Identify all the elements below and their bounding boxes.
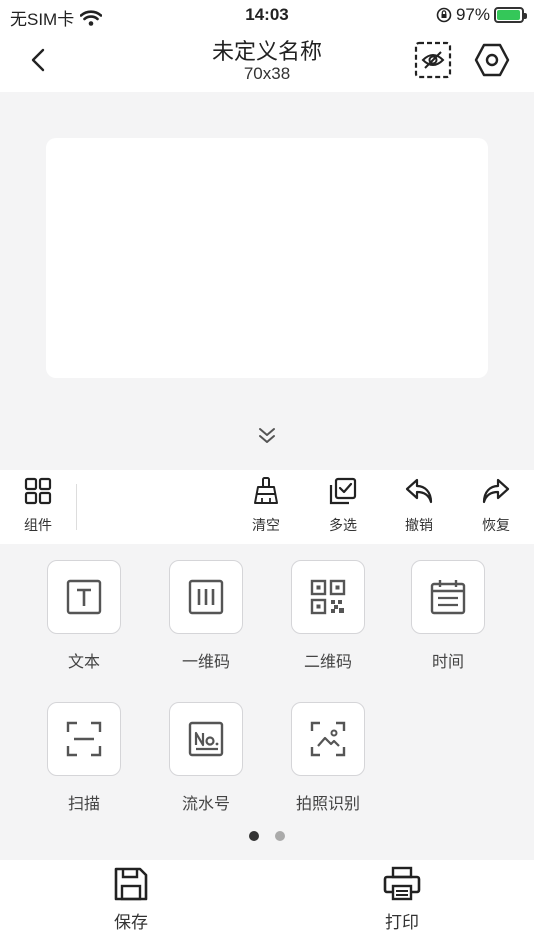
redo-button[interactable]: 恢复 [466, 474, 526, 536]
redo-label: 恢复 [482, 517, 510, 533]
print-label: 打印 [385, 913, 419, 932]
orientation-lock-icon [436, 7, 452, 23]
component-scan[interactable]: 扫描 [44, 702, 124, 814]
double-chevron-down-icon [259, 428, 275, 443]
component-label: 文本 [67, 654, 100, 671]
expand-panel-button[interactable] [252, 422, 282, 450]
page-title[interactable]: 未定义名称 [0, 34, 534, 66]
components-label: 组件 [24, 517, 52, 533]
component-label: 扫描 [67, 796, 100, 813]
broom-icon [250, 474, 282, 508]
multi-select-button[interactable]: 多选 [313, 474, 373, 536]
toolbar-divider [76, 484, 77, 530]
component-text[interactable]: 文本 [44, 560, 124, 672]
print-button[interactable]: 打印 [362, 866, 442, 933]
status-bar: 无SIM卡 14:03 97% [0, 0, 534, 30]
save-label: 保存 [114, 913, 148, 932]
component-time[interactable]: 时间 [408, 560, 488, 672]
printer-icon [383, 866, 421, 901]
page-dot[interactable] [275, 831, 285, 841]
nav-header: 未定义名称 70x38 [0, 30, 534, 92]
battery-percent: 97% [455, 5, 490, 24]
label-size: 70x38 [243, 64, 291, 83]
component-label: 拍照识别 [295, 796, 360, 813]
multi-select-icon [327, 474, 359, 508]
hide-toggle-button[interactable] [413, 40, 453, 80]
components-button[interactable]: 组件 [8, 474, 68, 536]
component-serial-number[interactable]: 流水号 [166, 702, 246, 814]
component-label: 二维码 [303, 654, 352, 671]
component-barcode[interactable]: 一维码 [166, 560, 246, 672]
settings-button[interactable] [472, 40, 512, 80]
clear-label: 清空 [252, 517, 280, 533]
component-qrcode[interactable]: 二维码 [288, 560, 368, 672]
photo-recognition-icon [291, 702, 365, 776]
components-panel: 文本 一维码 二维码 时间 扫描 流水号 拍照识别 [0, 544, 534, 860]
edit-toolbar: 组件 清空 多选 撤销 恢复 [0, 470, 534, 544]
floppy-disk-icon [114, 867, 148, 901]
serial-number-icon [169, 702, 243, 776]
text-icon [47, 560, 121, 634]
bottom-bar: 保存 打印 [0, 860, 534, 950]
undo-button[interactable]: 撤销 [389, 474, 449, 536]
battery-area: 97% [436, 5, 527, 25]
eye-off-icon [414, 41, 452, 79]
battery-fill [497, 10, 521, 20]
component-photo-recognition[interactable]: 拍照识别 [288, 702, 368, 814]
barcode-icon [169, 560, 243, 634]
undo-icon [403, 474, 435, 508]
multi-select-label: 多选 [329, 517, 357, 533]
page-indicator [0, 831, 534, 841]
component-label: 流水号 [181, 796, 230, 813]
canvas-area [0, 92, 534, 470]
component-label: 时间 [431, 654, 464, 671]
undo-label: 撤销 [405, 517, 433, 533]
scan-icon [47, 702, 121, 776]
grid-icon [22, 474, 54, 508]
save-button[interactable]: 保存 [91, 866, 171, 933]
label-canvas[interactable] [46, 138, 488, 378]
page-dot[interactable] [249, 831, 259, 841]
calendar-icon [411, 560, 485, 634]
qrcode-icon [291, 560, 365, 634]
battery-icon [494, 7, 527, 23]
clear-button[interactable]: 清空 [236, 474, 296, 536]
redo-icon [480, 474, 512, 508]
component-label: 一维码 [181, 654, 230, 671]
hexagon-settings-icon [474, 43, 510, 77]
